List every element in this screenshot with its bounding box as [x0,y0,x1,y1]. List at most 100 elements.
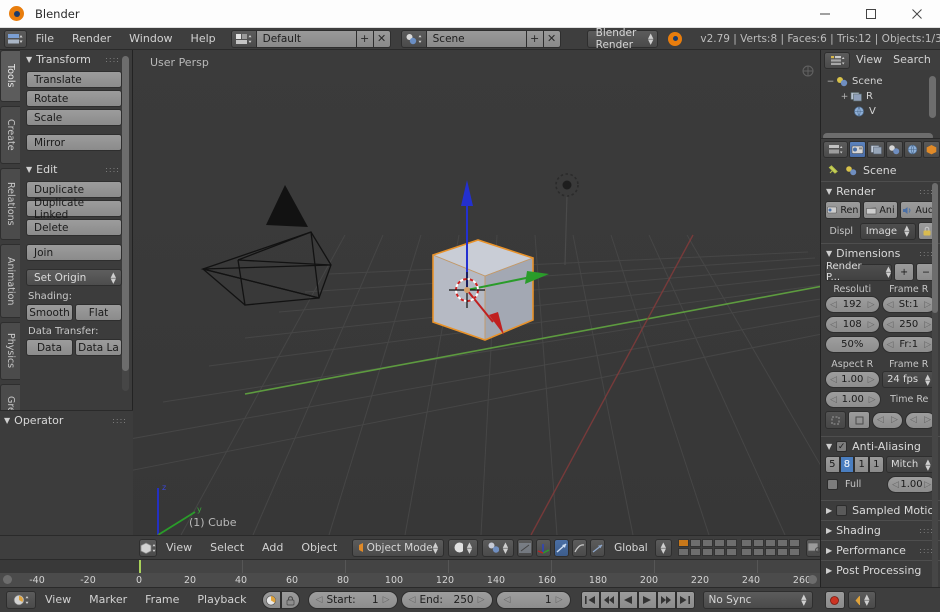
layer-cell[interactable] [714,548,726,556]
increment-arrow-icon[interactable]: ▷ [924,340,931,350]
tool-button-delete[interactable]: Delete [26,219,122,236]
properties-tab-world[interactable] [904,140,922,158]
menu-window[interactable]: Window [120,28,181,50]
outliner-menu-search[interactable]: Search [888,49,936,71]
frame-end-field[interactable]: ◁ 250 ▷ [881,316,936,333]
pivot-point-selector[interactable]: ▲ ▼ [482,538,515,557]
outliner-row-renderlayers[interactable]: + R [825,89,940,104]
aa-sample-11[interactable]: 1 [854,456,869,473]
keyframe-lock-toggle[interactable] [280,591,300,609]
info-editor-icon[interactable] [4,29,27,48]
aspect-x-field[interactable]: ◁ 1.00 ▷ [825,371,880,388]
decrement-arrow-icon[interactable]: ◁ [830,320,837,330]
translate-manipulator-button[interactable] [536,538,552,557]
play-reverse-button[interactable] [618,591,638,609]
properties-tab-render[interactable] [849,140,867,158]
increment-arrow-icon[interactable]: ▷ [868,375,875,385]
transform-orientation-selector[interactable]: Global [609,539,653,557]
decrement-arrow-icon[interactable]: ◁ [830,300,837,310]
timeline-scrollbar-left-handle[interactable] [3,575,12,584]
menu-render[interactable]: Render [63,28,120,50]
rotate-manipulator-button[interactable] [554,538,570,557]
tool-button-data[interactable]: Data [26,339,73,356]
scene-layers-selector[interactable] [678,539,801,556]
pin-icon[interactable] [827,164,840,176]
step-forward-button[interactable] [656,591,676,609]
decrement-arrow-icon[interactable]: ◁ [830,395,837,405]
viewport-menu-select[interactable]: Select [201,537,253,559]
antialiasing-checkbox[interactable]: ✓ [836,441,848,452]
aspect-y-field[interactable]: ◁ 1.00 ▷ [825,391,881,408]
display-mode-selector[interactable]: Image ▲ ▼ [859,222,916,240]
render-audio-button[interactable]: Aud [900,201,937,219]
decrement-arrow-icon[interactable]: ◁ [887,320,894,330]
layer-cell[interactable] [753,539,765,547]
layer-group-left[interactable] [678,539,738,556]
maximize-button[interactable] [848,0,894,28]
time-remap-old-field[interactable]: ◁ ▷ [871,411,903,429]
decrement-arrow-icon[interactable]: ◁ [910,415,917,425]
increment-arrow-icon[interactable]: ▷ [868,300,875,310]
tool-button-flat[interactable]: Flat [75,304,122,321]
layer-cell[interactable] [702,539,714,547]
increment-arrow-icon[interactable]: ▷ [556,595,563,605]
timeline-ruler[interactable]: -40 -20 0 20 40 60 80 100 120 140 160 18… [0,573,820,587]
tool-shelf-scrollbar[interactable] [122,56,129,391]
layer-cell[interactable] [690,548,702,556]
tool-button-translate[interactable]: Translate [26,71,122,88]
sync-mode-selector[interactable]: No Sync ▲ ▼ [702,591,813,609]
tool-button-join[interactable]: Join [26,244,122,261]
scene-icon[interactable] [400,29,427,48]
panel-header-operator[interactable]: ▼ Operator :::: [0,411,133,432]
tool-button-smooth[interactable]: Smooth [26,304,73,321]
expander-icon[interactable]: − [825,77,836,87]
manipulator-extra-button[interactable] [590,538,606,557]
sampled-motion-blur-checkbox[interactable] [836,505,848,516]
frame-start-field[interactable]: ◁ St:1 ▷ [881,296,936,313]
scene-selector[interactable]: Scene + ✕ [400,29,561,48]
tool-button-data-layout[interactable]: Data La [75,339,122,356]
viewport-shading-selector[interactable]: ▲ ▼ [448,538,479,557]
section-header-performance[interactable]: ▶ Performance :::: [821,541,940,560]
tool-dropdown-set-origin[interactable]: Set Origin ▲ ▼ [26,269,122,286]
timeline-editor-icon[interactable] [6,591,36,609]
jump-to-start-button[interactable] [580,591,600,609]
section-header-antialiasing[interactable]: ▼ ✓ Anti-Aliasing [821,437,940,456]
increment-arrow-icon[interactable]: ▷ [924,320,931,330]
timeline-menu-marker[interactable]: Marker [80,589,136,611]
render-image-button[interactable]: Ren [825,201,861,219]
tool-tab-animation[interactable]: Animation [0,244,20,318]
increment-arrow-icon[interactable]: ▷ [383,595,390,605]
panel-header-edit[interactable]: ▼ Edit :::: [22,153,126,181]
resolution-percentage-field[interactable]: 50% [825,336,880,353]
border-toggle-button[interactable] [825,411,847,429]
increment-arrow-icon[interactable]: ▷ [924,415,931,425]
3d-viewport[interactable]: z y User Persp (1) Cube [133,50,820,535]
tool-button-duplicate-linked[interactable]: Duplicate Linked [26,197,122,221]
add-scene-button[interactable]: + [526,29,544,48]
layer-cell[interactable] [765,548,777,556]
viewport-menu-object[interactable]: Object [292,537,346,559]
properties-tab-scene[interactable] [885,140,904,158]
decrement-arrow-icon[interactable]: ◁ [409,595,416,605]
layer-cell[interactable] [678,548,690,556]
add-preset-button[interactable]: + [894,263,915,281]
layer-cell[interactable] [741,539,753,547]
render-preset-selector[interactable]: Render P... ▲ ▼ [825,261,893,283]
tool-button-rotate[interactable]: Rotate [26,90,122,107]
keying-set-selector[interactable]: ▲ ▼ [847,591,876,609]
outliner-editor-icon[interactable] [824,51,850,69]
properties-editor-icon[interactable] [823,140,849,158]
auto-keyframe-toggle[interactable] [261,591,281,609]
section-header-shading[interactable]: ▶ Shading :::: [821,521,940,540]
timeline-menu-frame[interactable]: Frame [136,589,188,611]
layer-cell[interactable] [714,539,726,547]
screen-layout-selector[interactable]: Default + ✕ [230,29,391,48]
screen-layout-name[interactable]: Default [256,29,357,48]
increment-arrow-icon[interactable]: ▷ [924,300,931,310]
resolution-y-field[interactable]: ◁ 108 ▷ [825,316,880,333]
tool-tab-physics[interactable]: Physics [0,322,20,380]
outliner-vertical-scrollbar[interactable] [929,76,936,118]
current-frame-field[interactable]: ◁ 1 ▷ [495,591,571,609]
menu-help[interactable]: Help [182,28,225,50]
